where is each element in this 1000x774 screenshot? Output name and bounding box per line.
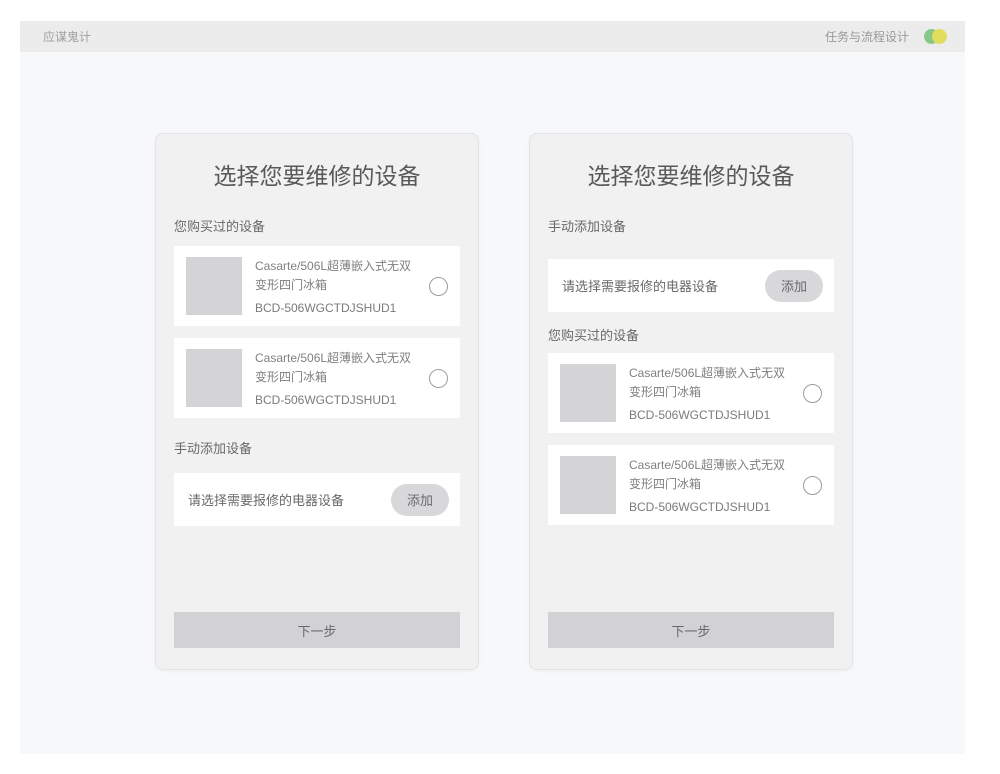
screen-panel-left: 选择您要维修的设备 您购买过的设备 Casarte/506L超薄嵌入式无双变形四…: [155, 133, 479, 670]
page-title: 选择您要维修的设备: [548, 160, 834, 192]
device-card[interactable]: Casarte/506L超薄嵌入式无双变形四门冰箱 BCD-506WGCTDJS…: [548, 353, 834, 433]
screen-panel-right: 选择您要维修的设备 手动添加设备 请选择需要报修的电器设备 添加 您购买过的设备…: [529, 133, 853, 670]
section-label-manual: 手动添加设备: [174, 440, 460, 458]
device-image-placeholder: [186, 349, 242, 407]
section-label-purchased: 您购买过的设备: [174, 218, 460, 236]
add-button[interactable]: 添加: [391, 484, 449, 516]
device-info: Casarte/506L超薄嵌入式无双变形四门冰箱 BCD-506WGCTDJS…: [629, 456, 797, 515]
device-title: Casarte/506L超薄嵌入式无双变形四门冰箱: [255, 349, 423, 387]
add-device-row: 请选择需要报修的电器设备 添加: [548, 259, 834, 312]
device-model: BCD-506WGCTDJSHUD1: [629, 407, 797, 423]
radio-button-icon[interactable]: [429, 369, 448, 388]
device-info: Casarte/506L超薄嵌入式无双变形四门冰箱 BCD-506WGCTDJS…: [629, 364, 797, 423]
add-device-placeholder: 请选择需要报修的电器设备: [562, 276, 718, 295]
next-step-button[interactable]: 下一步: [174, 612, 460, 648]
topbar: 应谋鬼计 任务与流程设计: [20, 21, 965, 52]
device-card[interactable]: Casarte/506L超薄嵌入式无双变形四门冰箱 BCD-506WGCTDJS…: [548, 445, 834, 525]
radio-button-icon[interactable]: [803, 384, 822, 403]
device-card[interactable]: Casarte/506L超薄嵌入式无双变形四门冰箱 BCD-506WGCTDJS…: [174, 338, 460, 418]
status-dots: [924, 29, 947, 44]
device-card[interactable]: Casarte/506L超薄嵌入式无双变形四门冰箱 BCD-506WGCTDJS…: [174, 246, 460, 326]
next-step-button[interactable]: 下一步: [548, 612, 834, 648]
device-title: Casarte/506L超薄嵌入式无双变形四门冰箱: [629, 364, 797, 402]
device-model: BCD-506WGCTDJSHUD1: [629, 499, 797, 515]
add-device-placeholder: 请选择需要报修的电器设备: [188, 490, 344, 509]
section-label-manual: 手动添加设备: [548, 218, 834, 236]
device-image-placeholder: [186, 257, 242, 315]
board: 选择您要维修的设备 您购买过的设备 Casarte/506L超薄嵌入式无双变形四…: [20, 52, 965, 754]
device-image-placeholder: [560, 364, 616, 422]
topbar-mode-label: 任务与流程设计: [825, 28, 909, 45]
device-title: Casarte/506L超薄嵌入式无双变形四门冰箱: [629, 456, 797, 494]
yellow-dot-icon: [932, 29, 947, 44]
device-title: Casarte/506L超薄嵌入式无双变形四门冰箱: [255, 257, 423, 295]
app-name: 应谋鬼计: [43, 28, 91, 45]
device-info: Casarte/506L超薄嵌入式无双变形四门冰箱 BCD-506WGCTDJS…: [255, 349, 423, 408]
design-canvas: 应谋鬼计 任务与流程设计 选择您要维修的设备 您购买过的设备 Casarte/5…: [20, 21, 965, 754]
device-model: BCD-506WGCTDJSHUD1: [255, 392, 423, 408]
page-title: 选择您要维修的设备: [174, 160, 460, 192]
device-model: BCD-506WGCTDJSHUD1: [255, 300, 423, 316]
radio-button-icon[interactable]: [429, 277, 448, 296]
device-image-placeholder: [560, 456, 616, 514]
section-label-purchased: 您购买过的设备: [548, 327, 834, 345]
device-info: Casarte/506L超薄嵌入式无双变形四门冰箱 BCD-506WGCTDJS…: [255, 257, 423, 316]
radio-button-icon[interactable]: [803, 476, 822, 495]
add-button[interactable]: 添加: [765, 270, 823, 302]
topbar-right-group: 任务与流程设计: [825, 28, 947, 45]
add-device-row: 请选择需要报修的电器设备 添加: [174, 473, 460, 526]
